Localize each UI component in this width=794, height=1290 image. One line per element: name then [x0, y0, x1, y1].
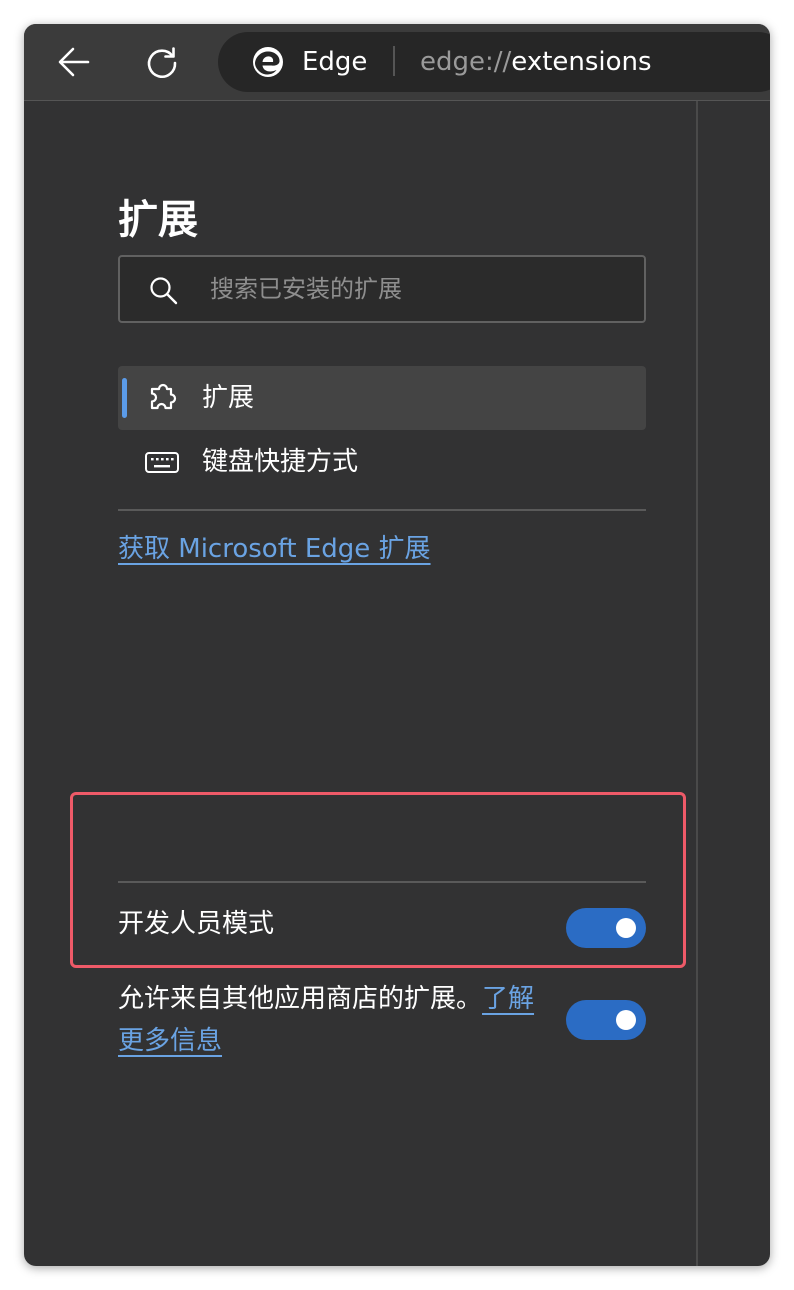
browser-window: Edge edge://extensions 扩展 扩展	[24, 24, 770, 1266]
back-button[interactable]	[54, 42, 94, 82]
address-bar[interactable]: Edge edge://extensions	[218, 32, 770, 92]
other-stores-toggle[interactable]	[566, 1000, 646, 1040]
reload-button[interactable]	[142, 42, 182, 82]
reload-icon	[147, 47, 177, 78]
divider	[118, 881, 646, 883]
selected-indicator	[122, 378, 127, 418]
other-stores-text: 允许来自其他应用商店的扩展。	[118, 984, 483, 1014]
get-extensions-link[interactable]: 获取 Microsoft Edge 扩展	[118, 529, 431, 569]
browser-name: Edge	[302, 47, 368, 77]
toggle-knob	[616, 918, 636, 938]
browser-toolbar: Edge edge://extensions	[24, 24, 770, 101]
sidebar-item-keyboard-shortcuts[interactable]: 键盘快捷方式	[118, 430, 646, 494]
search-icon	[150, 277, 178, 305]
extensions-sidebar: 扩展 扩展 键盘快捷方式	[24, 101, 698, 1266]
puzzle-icon	[150, 383, 177, 410]
url-text: edge://extensions	[420, 46, 652, 78]
sidebar-item-label: 扩展	[202, 383, 255, 413]
divider	[118, 509, 646, 511]
search-input[interactable]	[208, 265, 632, 313]
developer-mode-label: 开发人员模式	[118, 909, 275, 939]
developer-mode-toggle[interactable]	[566, 908, 646, 948]
toggle-knob	[616, 1010, 636, 1030]
other-stores-label: 允许来自其他应用商店的扩展。了解更多信息	[118, 978, 550, 1062]
back-arrow-icon	[58, 47, 90, 77]
address-separator	[393, 46, 395, 76]
page-title: 扩展	[118, 197, 198, 243]
sidebar-item-extensions[interactable]: 扩展	[118, 366, 646, 430]
url-scheme: edge://	[420, 47, 512, 77]
edge-logo-icon	[253, 47, 283, 77]
search-box[interactable]	[118, 255, 646, 323]
keyboard-icon	[145, 452, 179, 473]
sidebar-item-label: 键盘快捷方式	[202, 447, 359, 477]
url-path: extensions	[511, 47, 652, 77]
